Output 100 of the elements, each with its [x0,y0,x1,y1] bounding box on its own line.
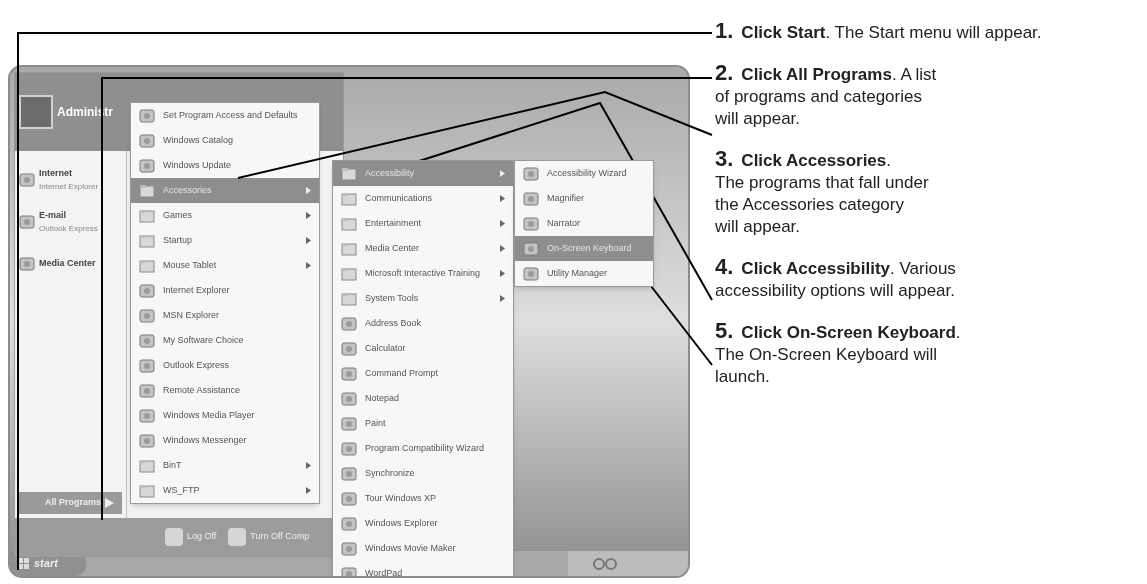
folder-icon [341,266,357,281]
submenu-arrow-icon [306,187,311,194]
menu-item[interactable]: Program Compatibility Wizard [333,436,513,461]
menu-item[interactable]: Magnifier [515,186,653,211]
submenu-arrow-icon [500,270,505,277]
menu-item-label: WS_FTP [163,483,201,497]
pinned-item-title: Media Center [39,257,96,271]
menu-item[interactable]: Utility Manager [515,261,653,286]
menu-item[interactable]: Entertainment [333,211,513,236]
menu-item-label: Utility Manager [547,266,609,280]
menu-item[interactable]: My Software Choice [131,328,319,353]
menu-item[interactable]: Remote Assistance [131,378,319,403]
program-icon [139,433,155,448]
menu-item[interactable]: Set Program Access and Defaults [131,103,319,128]
program-icon [523,266,539,281]
submenu-arrow-icon [306,462,311,469]
menu-item[interactable]: Narrator [515,211,653,236]
program-icon [139,383,155,398]
menu-item[interactable]: Outlook Express [131,353,319,378]
folder-icon [341,291,357,306]
folder-icon [341,166,357,181]
menu-item-label: Notepad [365,391,401,405]
menu-item-label: Address Book [365,316,423,330]
program-icon [139,358,155,373]
menu-item-label: Startup [163,233,194,247]
program-icon [341,416,357,431]
menu-item-label: Calculator [365,341,407,355]
program-icon [523,216,539,231]
menu-item-label: Narrator [547,216,581,230]
menu-item[interactable]: Windows Catalog [131,128,319,153]
pinned-item-subtitle: Internet Explorer [39,180,99,193]
program-icon [523,191,539,206]
menu-item[interactable]: Address Book [333,311,513,336]
menu-item[interactable]: Windows Movie Maker [333,536,513,561]
menu-item[interactable]: Calculator [333,336,513,361]
submenu-arrow-icon [306,487,311,494]
menu-item[interactable]: Games [131,203,319,228]
pinned-item[interactable]: E-mail Outlook Express [15,205,126,239]
menu-item-label: Internet Explorer [163,283,231,297]
program-icon [341,316,357,331]
folder-icon [341,191,357,206]
program-icon [139,108,155,123]
key-icon [165,528,183,546]
program-icon [341,466,357,481]
step-instruction: 2. Click All Programs. A list of programs and categories will appear. [715,62,938,130]
menu-item[interactable]: Windows Messenger [131,428,319,453]
menu-item[interactable]: Command Prompt [333,361,513,386]
menu-item-label: Program Compatibility Wizard [365,441,486,455]
program-icon [341,491,357,506]
user-avatar [19,95,53,129]
submenu-arrow-icon [500,295,505,302]
program-icon [139,308,155,323]
menu-item-label: Communications [365,191,434,205]
menu-item[interactable]: Tour Windows XP [333,486,513,511]
menu-item-label: Games [163,208,193,222]
submenu-arrow-icon [500,170,505,177]
menu-item-label: Accessibility Wizard [547,166,628,180]
menu-item[interactable]: MSN Explorer [131,303,319,328]
pinned-item[interactable]: Media Center [15,247,126,281]
menu-item-label: Command Prompt [365,366,440,380]
menu-item-label: Accessories [163,183,213,197]
submenu-arrow-icon [500,195,505,202]
menu-item[interactable]: Media Center [333,236,513,261]
step-instruction: 3. Click Accessories. The programs that fall under the Accessories category will appear. [715,148,930,238]
pinned-item[interactable]: Internet Internet Explorer [15,163,126,197]
folder-icon [139,483,155,498]
menu-item[interactable]: Communications [333,186,513,211]
menu-item[interactable]: Startup [131,228,319,253]
menu-item[interactable]: System Tools [333,286,513,311]
menu-item-label: Microsoft Interactive Training [365,266,482,280]
folder-icon [139,208,155,223]
menu-item[interactable]: Windows Explorer [333,511,513,536]
program-icon [139,283,155,298]
menu-item[interactable]: Windows Update [131,153,319,178]
menu-item[interactable]: Microsoft Interactive Training [333,261,513,286]
submenu-arrow-icon [306,212,311,219]
menu-item[interactable]: Notepad [333,386,513,411]
menu-item[interactable]: Internet Explorer [131,278,319,303]
network-icon [592,556,618,571]
menu-item-label: Mouse Tablet [163,258,218,272]
menu-item[interactable]: Accessibility Wizard [515,161,653,186]
windows-logo-icon [18,557,30,570]
menu-item-label: MSN Explorer [163,308,220,322]
menu-item[interactable]: Windows Media Player [131,403,319,428]
menu-item[interactable]: WS_FTP [131,478,319,503]
program-icon [341,391,357,406]
program-icon [341,341,357,356]
menu-item[interactable]: WordPad [333,561,513,576]
menu-item-label: Windows Movie Maker [365,541,457,555]
menu-item[interactable]: Synchronize [333,461,513,486]
pinned-item-subtitle: Outlook Express [39,222,98,235]
arrow-icon [105,498,114,508]
submenu-arrow-icon [500,220,505,227]
menu-item[interactable]: Mouse Tablet [131,253,319,278]
menu-item-label: Outlook Express [163,358,231,372]
menu-item-label: Windows Explorer [365,516,439,530]
menu-item[interactable]: Paint [333,411,513,436]
menu-item-label: On-Screen Keyboard [547,241,633,255]
menu-item[interactable]: BinT [131,453,319,478]
menu-item-label: My Software Choice [163,333,245,347]
